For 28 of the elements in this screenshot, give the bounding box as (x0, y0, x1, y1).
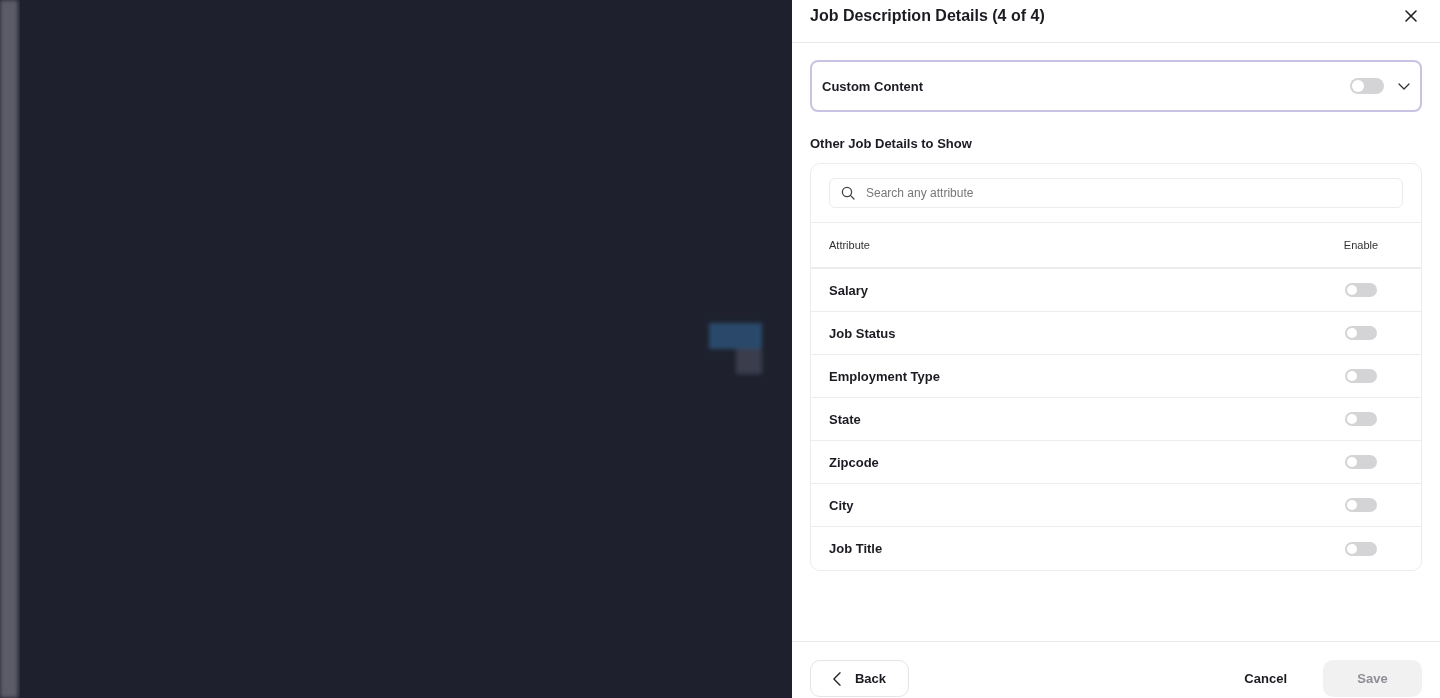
attribute-name: State (829, 411, 862, 427)
toggle-switch[interactable] (1345, 283, 1377, 297)
search-icon (841, 186, 855, 200)
attribute-name: Zipcode (829, 454, 880, 470)
back-button[interactable]: Back (810, 660, 909, 697)
toggle-switch[interactable] (1345, 326, 1377, 340)
custom-content-panel[interactable]: Custom Content (810, 60, 1422, 112)
toggle-switch[interactable] (1350, 78, 1384, 94)
toggle-switch[interactable] (1345, 541, 1377, 556)
attribute-name: Job Title (829, 541, 884, 556)
chevron-left-icon (833, 670, 841, 687)
search-field[interactable]: Search any attribute (829, 178, 1403, 208)
attribute-name: Salary (829, 282, 870, 298)
toggle-switch[interactable] (1345, 369, 1377, 383)
toggle-switch[interactable] (1345, 498, 1377, 512)
close-icon[interactable] (1404, 9, 1418, 23)
blurred-shape (709, 323, 762, 374)
cancel-button[interactable]: Cancel (1224, 660, 1307, 697)
toggle-switch[interactable] (1345, 455, 1377, 469)
attribute-name: City (829, 497, 855, 513)
column-header: Enable (1342, 239, 1380, 251)
column-header: Attribute (829, 239, 871, 251)
attribute-name: Employment Type (829, 368, 941, 384)
attribute-name: Job Status (829, 325, 897, 341)
section-title: Other Job Details to Show (810, 136, 973, 151)
panel-label: Custom Content (822, 78, 925, 94)
toggle-switch[interactable] (1345, 412, 1377, 426)
drawer-title: Job Description Details (4 of 4) (810, 7, 1045, 25)
